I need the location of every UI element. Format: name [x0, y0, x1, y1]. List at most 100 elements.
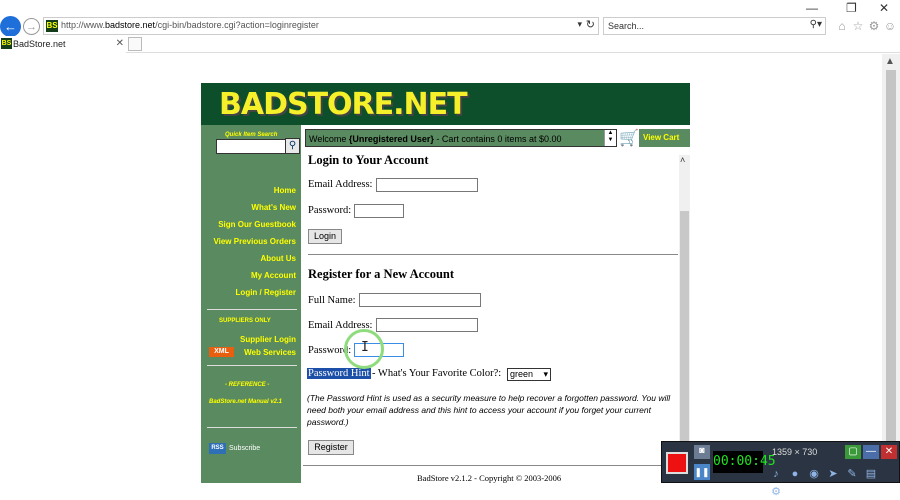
- minimize-button[interactable]: —: [806, 1, 818, 15]
- nav-home[interactable]: Home: [274, 186, 296, 195]
- settings-gear-icon[interactable]: ⚙: [866, 19, 882, 33]
- password-hint-note: (The Password Hint is used as a security…: [307, 393, 671, 427]
- tab-favicon-icon: BS: [1, 38, 12, 49]
- search-icon[interactable]: ⚲▾: [810, 19, 822, 30]
- microphone-icon[interactable]: ●: [787, 466, 803, 482]
- reference-label: - REFERENCE -: [225, 382, 270, 388]
- sidebar: Quick Item Search ⚲ Home What's New Sign…: [201, 125, 301, 483]
- sidebar-divider: [207, 309, 297, 310]
- tab-close-icon[interactable]: ✕: [116, 38, 124, 49]
- favorite-color-select[interactable]: green ▾: [507, 368, 551, 381]
- login-email-label: Email Address:: [308, 179, 373, 190]
- nav-web-services[interactable]: Web Services: [244, 348, 296, 357]
- window-controls: — ❐ ✕: [0, 0, 900, 16]
- new-tab-button[interactable]: [128, 37, 142, 51]
- back-arrow-icon: ←: [4, 19, 17, 34]
- scroll-up-icon[interactable]: ▲: [885, 56, 895, 67]
- recording-dimensions: 1359 × 730: [772, 447, 818, 457]
- nav-login-register[interactable]: Login / Register: [236, 288, 296, 297]
- login-password-input[interactable]: [354, 204, 404, 218]
- section-divider: [308, 254, 678, 255]
- favorites-star-icon[interactable]: ☆: [850, 19, 866, 33]
- settings-icon[interactable]: ⚙: [768, 484, 784, 500]
- pause-button[interactable]: ❚❚: [694, 464, 710, 480]
- pen-icon[interactable]: ✎: [844, 466, 860, 482]
- recording-timer: 00:00:45: [713, 451, 776, 473]
- xml-badge-icon: XML: [209, 347, 234, 357]
- cart-icon[interactable]: 🛒: [619, 128, 639, 148]
- screen-recorder-widget: ◙ ❚❚ 00:00:45 1359 × 730 ▢ — ✕ ♪ ● ◉ ➤ ✎ ▤ ⚙: [661, 441, 900, 498]
- nav-previous-orders[interactable]: View Previous Orders: [213, 237, 296, 246]
- back-button[interactable]: ←: [0, 16, 21, 37]
- maximize-recorder-icon[interactable]: ▢: [845, 445, 861, 459]
- search-input[interactable]: Search...: [608, 21, 644, 31]
- tab-badstore[interactable]: BS BadStore.net ✕: [0, 36, 126, 53]
- camera-icon[interactable]: ◙: [694, 445, 710, 459]
- subscribe-link[interactable]: Subscribe: [229, 445, 260, 452]
- pointer-icon[interactable]: ➤: [825, 466, 841, 482]
- refresh-icon[interactable]: ↻: [586, 18, 595, 31]
- stop-record-button[interactable]: [666, 452, 688, 474]
- quick-search-label: Quick Item Search: [225, 132, 278, 138]
- close-button[interactable]: ✕: [879, 1, 889, 15]
- page-scrollbar[interactable]: ▲: [882, 54, 900, 483]
- quick-search-input[interactable]: [216, 139, 286, 154]
- nav-manual[interactable]: BadStore.net Manual v2.1: [209, 399, 282, 405]
- main-content: Login to Your Account Email Address: Pas…: [304, 150, 678, 483]
- restore-button[interactable]: ❐: [846, 1, 857, 15]
- folder-icon[interactable]: ▤: [863, 466, 879, 482]
- smiley-feedback-icon[interactable]: ☺: [882, 19, 898, 33]
- nav-whats-new[interactable]: What's New: [251, 203, 296, 212]
- nav-supplier-login[interactable]: Supplier Login: [240, 335, 296, 344]
- scroll-up-icon[interactable]: ˄: [680, 155, 685, 165]
- site-favicon-icon: BS: [46, 20, 58, 32]
- webcam-icon[interactable]: ◉: [806, 466, 822, 482]
- nav-about-us[interactable]: About Us: [260, 254, 296, 263]
- chevron-down-icon: ▾: [543, 369, 548, 379]
- address-dropdown-icon[interactable]: ▾: [577, 19, 582, 30]
- register-button[interactable]: Register: [308, 440, 354, 455]
- welcome-bar: Welcome {Unregistered User} - Cart conta…: [305, 129, 617, 147]
- home-icon[interactable]: ⌂: [834, 19, 850, 33]
- browser-toolbar: ← → BS http://www.badstore.net/cgi-bin/b…: [0, 16, 900, 37]
- content-scrollbar[interactable]: ˄: [679, 155, 690, 483]
- close-recorder-icon[interactable]: ✕: [881, 445, 897, 459]
- site-logo: BADSTORE.NET: [219, 87, 468, 122]
- forward-button[interactable]: →: [23, 18, 40, 35]
- register-email-input[interactable]: [376, 318, 478, 332]
- sidebar-divider: [207, 427, 297, 428]
- search-box[interactable]: Search... ⚲▾: [603, 17, 826, 35]
- view-cart-button[interactable]: View Cart: [639, 129, 690, 147]
- address-bar[interactable]: BS http://www.badstore.net/cgi-bin/badst…: [43, 17, 599, 35]
- welcome-text: Welcome {Unregistered User} - Cart conta…: [309, 134, 562, 144]
- suppliers-only-label: SUPPLIERS ONLY: [219, 318, 271, 324]
- password-hint-label: Password Hint: [307, 368, 371, 379]
- recorder-tools: ♪ ● ◉ ➤ ✎ ▤ ⚙: [768, 464, 899, 500]
- nav-guestbook[interactable]: Sign Our Guestbook: [218, 220, 296, 229]
- login-email-input[interactable]: [376, 178, 478, 192]
- color-selected-value: green: [510, 369, 534, 379]
- quick-search-button[interactable]: ⚲: [285, 138, 300, 154]
- hint-question-label: - What's Your Favorite Color?:: [372, 368, 502, 379]
- fullname-input[interactable]: [359, 293, 481, 307]
- register-heading: Register for a New Account: [308, 267, 455, 281]
- scrollbar-thumb[interactable]: [886, 70, 896, 442]
- fullname-label: Full Name:: [308, 295, 356, 306]
- login-button[interactable]: Login: [308, 229, 342, 244]
- tab-bar: BS BadStore.net ✕: [0, 36, 900, 53]
- login-password-label: Password:: [308, 205, 352, 216]
- sidebar-divider: [207, 365, 297, 366]
- forward-arrow-icon: →: [26, 20, 37, 33]
- site-logo-banner: BADSTORE.NET: [201, 83, 690, 125]
- rss-icon: RSS: [209, 443, 226, 454]
- magnifier-icon: ⚲: [288, 140, 297, 151]
- nav-my-account[interactable]: My Account: [251, 271, 296, 280]
- tab-title: BadStore.net: [13, 39, 66, 49]
- login-heading: Login to Your Account: [308, 153, 429, 167]
- footer-copyright: BadStore v2.1.2 - Copyright © 2003-2006: [417, 473, 562, 483]
- footer-divider: [303, 465, 677, 466]
- toolbar-icons: ⌂ ☆ ⚙ ☺: [834, 17, 898, 35]
- minimize-recorder-icon[interactable]: —: [863, 445, 879, 459]
- speaker-icon[interactable]: ♪: [768, 466, 784, 482]
- welcome-spinner[interactable]: ▲ ▼: [604, 130, 616, 146]
